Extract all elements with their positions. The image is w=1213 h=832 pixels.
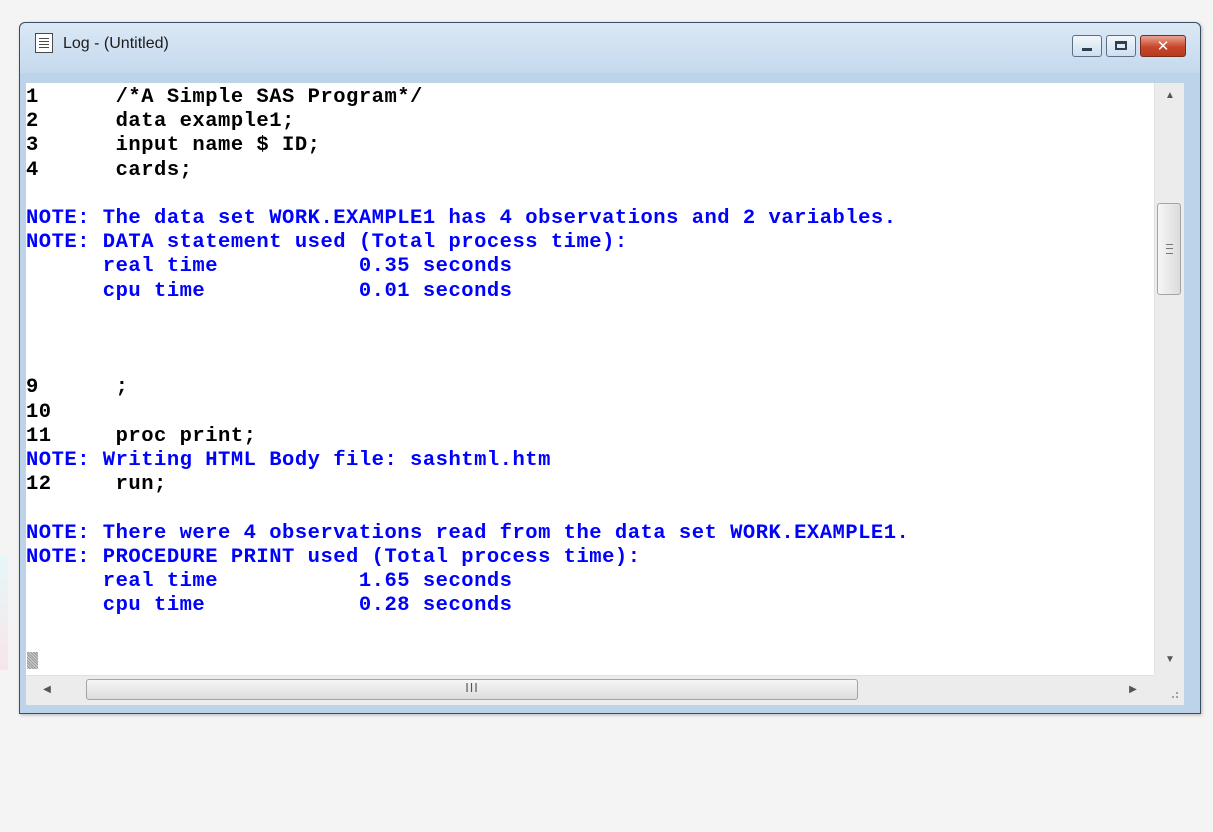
scroll-left-arrow-icon[interactable]: ◀ (34, 676, 60, 704)
background-edge-tint (0, 555, 8, 670)
maximize-icon (1115, 41, 1127, 50)
log-source-line: 10 (26, 401, 52, 424)
close-button[interactable]: ✕ (1140, 35, 1186, 57)
log-note-line: NOTE: DATA statement used (Total process… (26, 231, 628, 254)
log-source-line: 3 input name $ ID; (26, 134, 321, 157)
resize-grip-icon[interactable] (1154, 675, 1184, 705)
vertical-scrollbar[interactable]: ▲ ▼ (1154, 83, 1184, 675)
log-window: Log - (Untitled) ✕ 1 /*A Simple SAS Prog… (19, 22, 1201, 714)
horizontal-scroll-thumb[interactable]: III (86, 679, 858, 700)
vertical-scroll-thumb[interactable] (1157, 203, 1181, 295)
scroll-right-arrow-icon[interactable]: ▶ (1120, 676, 1146, 704)
notepad-icon (35, 33, 53, 53)
scroll-up-arrow-icon[interactable]: ▲ (1155, 85, 1185, 107)
scroll-down-arrow-icon[interactable]: ▼ (1155, 649, 1185, 671)
log-source-line: 4 cards; (26, 159, 193, 182)
log-note-line: real time 0.35 seconds (26, 255, 513, 278)
horizontal-scrollbar[interactable]: ◀ III ▶ (26, 675, 1154, 705)
grip-lines-icon (1166, 244, 1173, 254)
log-note-line: NOTE: The data set WORK.EXAMPLE1 has 4 o… (26, 207, 897, 230)
log-source-line: 11 proc print; (26, 425, 257, 448)
log-text-area[interactable]: 1 /*A Simple SAS Program*/2 data example… (26, 83, 1154, 675)
log-note-line: cpu time 0.28 seconds (26, 594, 513, 617)
log-note-line: NOTE: Writing HTML Body file: sashtml.ht… (26, 449, 551, 472)
log-source-line: 1 /*A Simple SAS Program*/ (26, 86, 423, 109)
close-icon: ✕ (1156, 37, 1170, 55)
log-source-line: 2 data example1; (26, 110, 295, 133)
log-note-line: real time 1.65 seconds (26, 570, 513, 593)
minimize-icon (1082, 48, 1092, 51)
window-title: Log - (Untitled) (63, 35, 169, 52)
maximize-button[interactable] (1106, 35, 1136, 57)
title-bar[interactable]: Log - (Untitled) ✕ (20, 23, 1200, 73)
text-cursor (27, 652, 38, 669)
minimize-button[interactable] (1072, 35, 1102, 57)
log-note-line: NOTE: There were 4 observations read fro… (26, 522, 910, 545)
log-note-line: cpu time 0.01 seconds (26, 280, 513, 303)
log-source-line: 12 run; (26, 473, 167, 496)
log-source-line: 9 ; (26, 376, 129, 399)
log-note-line: NOTE: PROCEDURE PRINT used (Total proces… (26, 546, 641, 569)
